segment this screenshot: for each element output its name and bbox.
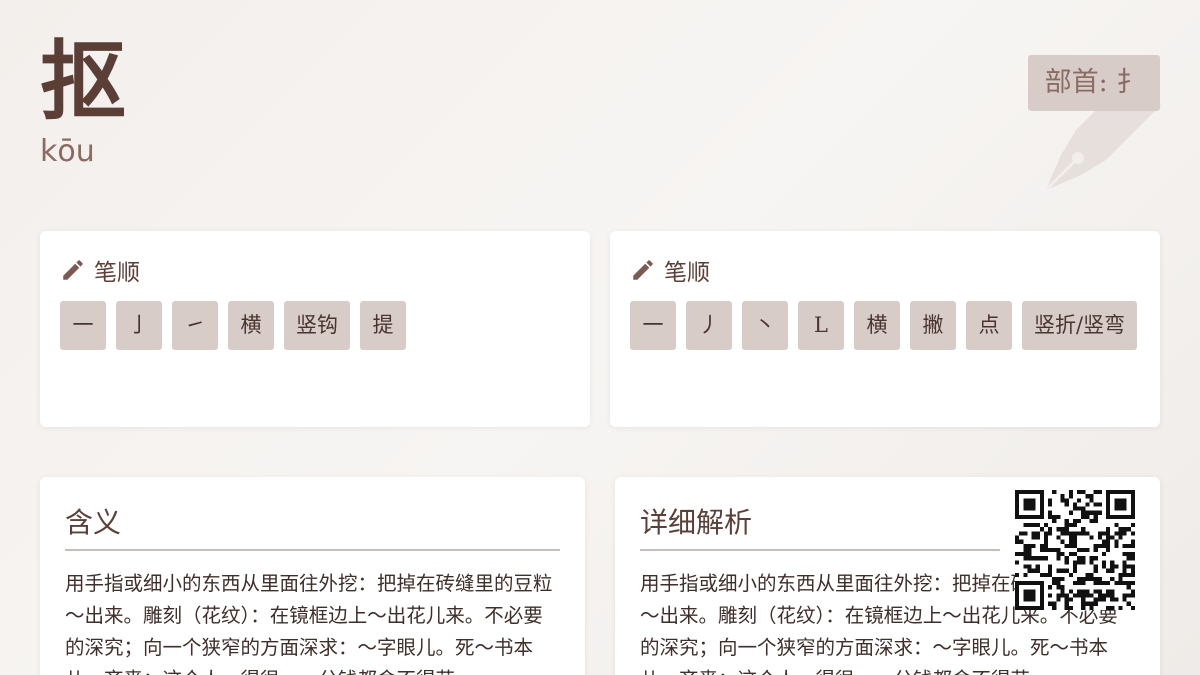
character-title: 抠 (40, 31, 126, 132)
stroke-tile: 撇 (910, 301, 956, 350)
stroke-order-header: 笔顺 (60, 255, 140, 286)
stroke-list: 一 亅 ㇀ 横 竖钩 提 (60, 301, 570, 350)
stroke-tile: 横 (854, 301, 900, 350)
stroke-tile: L (798, 301, 844, 350)
stroke-tile: 丶 (742, 301, 788, 350)
stroke-order-header: 笔顺 (630, 255, 710, 286)
stroke-order-title: 笔顺 (664, 260, 710, 286)
stroke-tile: 一 (60, 301, 106, 350)
stroke-tile: 一 (630, 301, 676, 350)
meaning-text: 用手指或细小的东西从里面往外挖：把掉在砖缝里的豆粒～出来。雕刻（花纹）：在镜框边… (65, 572, 553, 675)
stroke-tile: 竖折/竖弯 (1022, 301, 1138, 350)
stroke-order-card: 笔顺 一 丿 丶 L 横 撇 点 竖折/竖弯 (610, 231, 1160, 427)
stroke-order-card: 笔顺 一 亅 ㇀ 横 竖钩 提 (40, 231, 590, 427)
stroke-tile: 亅 (116, 301, 162, 350)
stroke-tile: 点 (966, 301, 1012, 350)
stroke-tile: 丿 (686, 301, 732, 350)
qr-code-icon[interactable] (1015, 490, 1135, 610)
pencil-icon (633, 260, 653, 280)
stroke-tile: 横 (228, 301, 274, 350)
stroke-list: 一 丿 丶 L 横 撇 点 竖折/竖弯 (630, 301, 1140, 350)
meaning-title: 含义 (65, 505, 560, 551)
pencil-icon (63, 260, 83, 280)
stroke-order-title: 笔顺 (94, 260, 140, 286)
stroke-tile: 提 (360, 301, 406, 350)
radical-badge: 部首: 扌 (1028, 55, 1160, 111)
stroke-tile: 竖钩 (284, 301, 350, 350)
meaning-card: 含义 用手指或细小的东西从里面往外挖：把掉在砖缝里的豆粒～出来。雕刻（花纹）：在… (40, 477, 585, 675)
detail-title: 详细解析 (640, 505, 1000, 551)
pinyin: kōu (40, 134, 95, 169)
stroke-tile: ㇀ (172, 301, 218, 350)
